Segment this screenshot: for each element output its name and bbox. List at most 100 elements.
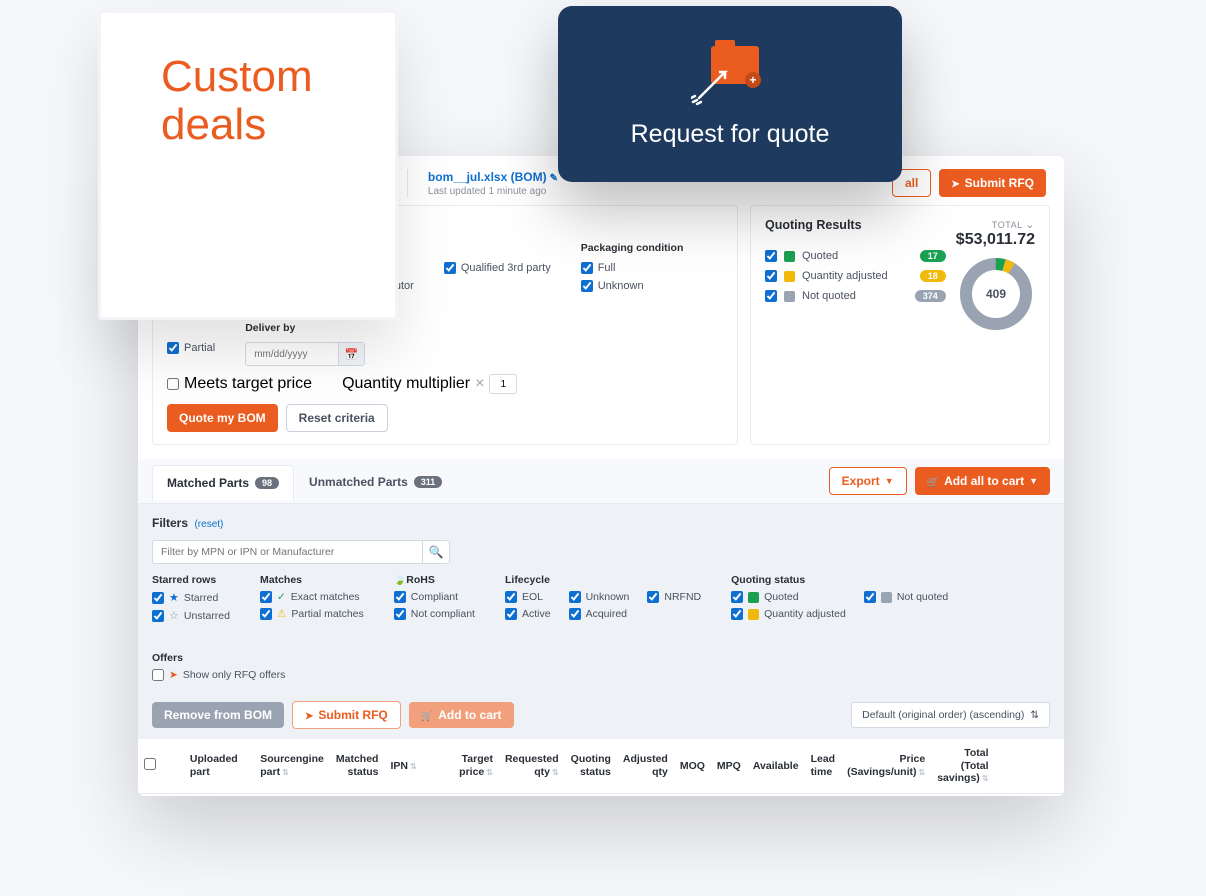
- tab-matched-parts[interactable]: Matched Parts98: [152, 465, 294, 500]
- qty-mult-input[interactable]: [489, 374, 517, 394]
- qualified-3rd-party-checkbox[interactable]: Qualified 3rd party: [444, 262, 551, 274]
- lifecycle-filter: Lifecycle EOL Active Unknown Acquired NR…: [505, 574, 701, 622]
- search-button[interactable]: 🔍: [422, 540, 450, 564]
- quoted-filter-checkbox[interactable]: Quoted: [731, 591, 846, 603]
- deliver-by-input[interactable]: 📅: [245, 342, 365, 366]
- col-total[interactable]: Total (Total savings)⇅: [931, 739, 994, 793]
- price-cell: $0.28600: [841, 793, 931, 796]
- col-lead[interactable]: Lead time: [805, 739, 842, 793]
- sort-select[interactable]: Default (original order) (ascending) ⇅: [851, 702, 1050, 728]
- rfq-only-checkbox[interactable]: ➤Show only RFQ offers: [152, 669, 285, 681]
- add-to-cart-button[interactable]: Add to cart: [409, 702, 514, 728]
- submit-rfq-small-button[interactable]: Submit RFQ: [292, 701, 401, 729]
- exact-matches-checkbox[interactable]: ✓Exact matches: [260, 591, 364, 603]
- quoting-results-panel: Quoting Results Quoted17 Quantity adjust…: [750, 205, 1050, 445]
- col-matched[interactable]: Matched status: [330, 739, 385, 793]
- select-all-checkbox[interactable]: [144, 758, 156, 770]
- mpq-cell: 1: [711, 793, 747, 796]
- reset-criteria-button[interactable]: Reset criteria: [286, 404, 388, 432]
- total-block: TOTAL $53,011.72 409: [956, 218, 1035, 432]
- qualified-group: . Qualified 3rd party: [444, 242, 551, 292]
- chevron-down-icon[interactable]: [1025, 220, 1035, 230]
- not-quoted-icon: [784, 291, 795, 302]
- export-button[interactable]: Export ▼: [829, 467, 907, 495]
- deliver-by-group: Deliver by 📅: [245, 322, 365, 366]
- qty-multiplier: Quantity multiplier ×: [342, 374, 517, 394]
- col-uploaded[interactable]: Uploaded part: [184, 739, 254, 793]
- plus-icon: +: [745, 72, 761, 88]
- col-adjqty[interactable]: Adjusted qty: [617, 739, 674, 793]
- quoting-status-filter: Quoting status Quoted Quantity adjusted …: [731, 574, 948, 622]
- rohs-filter: 🍃RoHS Compliant Not compliant: [394, 574, 475, 622]
- results-title: Quoting Results: [765, 218, 946, 232]
- matches-filter: Matches ✓Exact matches ⚠Partial matches: [260, 574, 364, 622]
- not-quoted-filter-checkbox[interactable]: Not quoted: [864, 591, 948, 603]
- partial-checkbox[interactable]: Partial: [167, 342, 215, 354]
- packaging-group: Packaging condition Full Unknown: [581, 242, 684, 292]
- col-mpq[interactable]: MPQ: [711, 739, 747, 793]
- rfq-icon: +: [695, 40, 765, 104]
- col-source[interactable]: Sourcengine part⇅: [254, 739, 330, 793]
- col-qstatus[interactable]: Quoting status: [565, 739, 617, 793]
- filters-title: Filters: [152, 516, 188, 530]
- unstarred-checkbox[interactable]: ☆Unstarred: [152, 609, 230, 622]
- col-price[interactable]: Price (Savings/unit)⇅: [841, 739, 931, 793]
- custom-deals-title: Custom deals: [161, 53, 335, 150]
- partial-matches-checkbox[interactable]: ⚠Partial matches: [260, 608, 364, 620]
- acquired-checkbox[interactable]: Acquired: [569, 608, 630, 620]
- quoted-icon: [748, 592, 759, 603]
- search-icon: 🔍: [429, 545, 444, 559]
- col-moq[interactable]: MOQ: [674, 739, 711, 793]
- action-bar: Remove from BOM Submit RFQ Add to cart D…: [138, 691, 1064, 739]
- full-checkbox[interactable]: Full: [581, 262, 684, 274]
- col-target[interactable]: Target price⇅: [443, 739, 499, 793]
- eol-checkbox[interactable]: EOL: [505, 591, 551, 603]
- avail-cell: 7,282: [747, 793, 805, 796]
- custom-deals-card: Custom deals: [98, 10, 398, 320]
- not-compliant-checkbox[interactable]: Not compliant: [394, 608, 475, 620]
- send-icon: [951, 176, 959, 190]
- not-quoted-row[interactable]: Not quoted374: [765, 290, 946, 302]
- calendar-icon[interactable]: 📅: [338, 343, 364, 365]
- qty-adj-icon: [784, 271, 795, 282]
- target-cell: $0.17713: [443, 793, 499, 796]
- cart-icon: [421, 708, 433, 722]
- cursor-arrow-icon: [691, 58, 739, 106]
- compliant-checkbox[interactable]: Compliant: [394, 591, 475, 603]
- star-filled-icon: ★: [169, 591, 179, 604]
- qty-adjusted-row[interactable]: Quantity adjusted18: [765, 270, 946, 282]
- source-part-cell: 22-11-2062Molex, LLC🍃 Active: [254, 793, 330, 796]
- filter-search-input[interactable]: [152, 540, 422, 564]
- moq-cell: 294: [674, 793, 711, 796]
- quoted-row[interactable]: Quoted17: [765, 250, 946, 262]
- date-field[interactable]: [246, 343, 338, 365]
- remove-from-bom-button[interactable]: Remove from BOM: [152, 702, 284, 728]
- active-checkbox[interactable]: Active: [505, 608, 551, 620]
- tab-unmatched-parts[interactable]: Unmatched Parts311: [294, 464, 457, 499]
- donut-chart: 409: [957, 255, 1035, 333]
- warning-icon: ⚠: [277, 608, 286, 620]
- col-ipn[interactable]: IPN⇅: [384, 739, 443, 793]
- quoted-icon: [784, 251, 795, 262]
- submit-rfq-button[interactable]: Submit RFQ: [939, 169, 1046, 197]
- nrfnd-checkbox[interactable]: NRFND: [647, 591, 701, 603]
- meets-target-checkbox[interactable]: Meets target price: [167, 374, 312, 394]
- add-all-to-cart-button[interactable]: Add all to cart ▼: [915, 467, 1050, 495]
- quote-my-bom-button[interactable]: Quote my BOM: [167, 404, 278, 432]
- col-avail[interactable]: Available: [747, 739, 805, 793]
- ipn-cell: WA-22213242: [384, 793, 443, 796]
- starred-checkbox[interactable]: ★Starred: [152, 591, 230, 604]
- unknown-checkbox[interactable]: Unknown: [581, 280, 684, 292]
- edit-icon[interactable]: ✎: [550, 173, 558, 184]
- donut-center-value: 409: [957, 255, 1035, 333]
- total-label: TOTAL: [956, 218, 1035, 231]
- adj-qty-cell: 2,000: [617, 793, 674, 796]
- qty-adj-filter-checkbox[interactable]: Quantity adjusted: [731, 608, 846, 620]
- unknown-lc-checkbox[interactable]: Unknown: [569, 591, 630, 603]
- check-icon: ✓: [277, 591, 286, 603]
- bom-file-link[interactable]: bom__jul.xlsx (BOM)✎: [428, 170, 558, 184]
- tabs-bar: Matched Parts98 Unmatched Parts311 Expor…: [138, 459, 1064, 504]
- col-reqqty[interactable]: Requested qty⇅: [499, 739, 565, 793]
- filters-reset-link[interactable]: (reset): [194, 519, 223, 530]
- starred-rows-filter: Starred rows ★Starred ☆Unstarred: [152, 574, 230, 622]
